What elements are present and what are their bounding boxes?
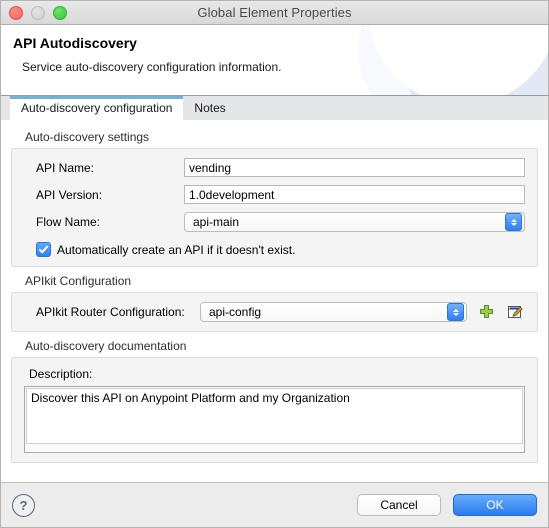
group-body: APIkit Router Configuration: api-config: [11, 292, 538, 332]
global-element-properties-dialog: Global Element Properties API Autodiscov…: [0, 0, 549, 528]
close-light-icon[interactable]: [9, 5, 23, 20]
edit-icon[interactable]: [505, 302, 525, 322]
auto-create-api-label: Automatically create an API if it doesn'…: [57, 242, 296, 257]
window-title: Global Element Properties: [197, 5, 352, 20]
apikit-router-configuration-value: api-config: [209, 305, 262, 319]
page-subtitle: Service auto-discovery configuration inf…: [22, 60, 282, 74]
description-textarea[interactable]: [26, 388, 523, 444]
description-container: [24, 386, 525, 453]
cancel-button[interactable]: Cancel: [357, 494, 441, 516]
description-label: Description:: [29, 367, 93, 381]
dialog-header: API Autodiscovery Service auto-discovery…: [1, 25, 548, 96]
tab-auto-discovery-configuration[interactable]: Auto-discovery configuration: [10, 96, 184, 120]
api-name-label: API Name:: [36, 160, 95, 175]
group-title: APIkit Configuration: [25, 274, 132, 288]
ok-button[interactable]: OK: [453, 494, 537, 516]
api-version-input[interactable]: [184, 185, 525, 204]
auto-discovery-documentation-group: Auto-discovery documentation Description…: [11, 339, 538, 463]
page-title: API Autodiscovery: [13, 35, 137, 51]
chevron-up-down-icon[interactable]: [447, 303, 464, 321]
api-version-label: API Version:: [36, 187, 103, 202]
group-body: Description:: [11, 357, 538, 463]
tab-label: Auto-discovery configuration: [21, 101, 173, 115]
flow-name-label: Flow Name:: [36, 215, 101, 229]
dialog-footer: ? Cancel OK: [1, 482, 548, 527]
group-title: Auto-discovery settings: [25, 130, 150, 144]
auto-discovery-settings-group: Auto-discovery settings API Name: API Ve…: [11, 130, 538, 267]
chevron-up-down-icon[interactable]: [505, 213, 522, 231]
plus-icon[interactable]: [476, 302, 496, 322]
tab-bar: Auto-discovery configuration Notes: [1, 96, 548, 120]
flow-name-value: api-main: [193, 215, 240, 229]
flow-name-combobox[interactable]: api-main: [184, 212, 525, 232]
apikit-configuration-group: APIkit Configuration APIkit Router Confi…: [11, 274, 538, 332]
group-body: API Name: API Version: Flow Name: api-ma…: [11, 148, 538, 267]
apikit-router-configuration-row: APIkit Router Configuration: api-config: [24, 302, 525, 322]
tab-label: Notes: [194, 101, 226, 115]
traffic-light-group: [9, 5, 67, 20]
tab-notes[interactable]: Notes: [183, 96, 236, 120]
auto-create-api-checkbox[interactable]: [36, 242, 51, 257]
apikit-router-configuration-label: APIkit Router Configuration:: [36, 305, 185, 319]
api-version-row: API Version:: [24, 185, 525, 204]
api-name-input[interactable]: [184, 158, 525, 177]
zoom-light-icon[interactable]: [53, 5, 67, 20]
api-name-row: API Name:: [24, 158, 525, 177]
minimize-light-icon[interactable]: [31, 5, 45, 20]
flow-name-row: Flow Name: api-main: [24, 212, 525, 232]
window-titlebar: Global Element Properties: [1, 1, 548, 25]
group-title: Auto-discovery documentation: [25, 339, 187, 353]
help-icon[interactable]: ?: [12, 493, 35, 517]
tab-panel-auto-discovery-configuration: Auto-discovery settings API Name: API Ve…: [1, 120, 548, 482]
apikit-router-configuration-combobox[interactable]: api-config: [200, 302, 467, 322]
auto-create-api-checkbox-row[interactable]: Automatically create an API if it doesn'…: [24, 242, 525, 257]
